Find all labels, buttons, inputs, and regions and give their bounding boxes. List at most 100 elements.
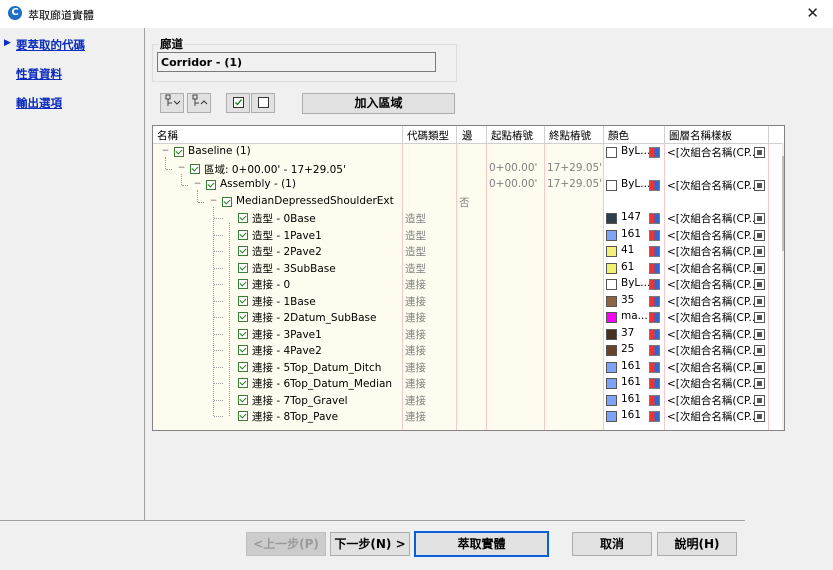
uncheck-all-button[interactable]: [251, 93, 275, 113]
grid-scrollbar-thumb[interactable]: [782, 156, 784, 251]
row-code-type: 連接: [405, 328, 426, 341]
table-row[interactable]: − 區域: 0+00.00' - 17+29.05' 0+00.00' 17+29.0…: [153, 161, 784, 178]
row-checkbox[interactable]: [238, 312, 248, 322]
color-picker-icon[interactable]: [649, 394, 660, 406]
collapse-icon[interactable]: −: [161, 147, 170, 156]
corridor-field[interactable]: Corridor - (1): [157, 52, 436, 72]
table-row[interactable]: 連接 - 2Datum_SubBase 連接 ma... <[次組合名稱(CP...: [153, 309, 784, 326]
table-row[interactable]: 連接 - 3Pave1 連接 37 <[次組合名稱(CP...: [153, 326, 784, 343]
nav-item-output-options[interactable]: 輸出選項: [16, 95, 62, 111]
color-picker-icon[interactable]: [649, 262, 660, 274]
layer-browse-icon[interactable]: [754, 262, 765, 274]
row-checkbox[interactable]: [238, 345, 248, 355]
header-layer-template[interactable]: 圖層名稱樣板: [669, 128, 732, 143]
header-side[interactable]: 邊: [462, 128, 473, 143]
add-region-button[interactable]: 加入區域: [302, 93, 455, 114]
table-row[interactable]: 連接 - 0 連接 ByL... <[次組合名稱(CP...: [153, 276, 784, 293]
layer-browse-icon[interactable]: [754, 312, 765, 323]
table-row[interactable]: 連接 - 6Top_Datum_Median 連接 161 <[次組合名稱(CP...: [153, 375, 784, 392]
layer-browse-icon[interactable]: [754, 411, 765, 422]
color-picker-icon[interactable]: [649, 246, 660, 257]
row-checkbox[interactable]: [238, 262, 248, 273]
layer-browse-icon[interactable]: [754, 246, 765, 257]
layer-browse-icon[interactable]: [754, 394, 765, 406]
table-row[interactable]: 連接 - 1Base 連接 35 <[次組合名稱(CP...: [153, 293, 784, 310]
close-icon[interactable]: ✕: [806, 4, 819, 22]
code-grid[interactable]: 名稱 代碼類型 邊 起點樁號 終點樁號 顏色 圖層名稱樣板 − Baseline …: [152, 125, 785, 431]
table-row[interactable]: 造型 - 0Base 造型 147 <[次組合名稱(CP...: [153, 210, 784, 227]
table-row[interactable]: 連接 - 7Top_Gravel 連接 161 <[次組合名稱(CP...: [153, 392, 784, 409]
table-row[interactable]: 造型 - 3SubBase 造型 61 <[次組合名稱(CP...: [153, 260, 784, 277]
layer-browse-icon[interactable]: [754, 328, 765, 340]
nav-item-property-data[interactable]: 性質資料: [16, 66, 62, 82]
color-picker-icon[interactable]: [649, 213, 660, 224]
row-checkbox[interactable]: [190, 163, 200, 174]
color-picker-icon[interactable]: [649, 279, 660, 290]
row-side[interactable]: 否: [459, 195, 470, 210]
layer-browse-icon[interactable]: [754, 147, 765, 158]
color-picker-icon[interactable]: [649, 345, 660, 356]
color-picker-icon[interactable]: [649, 361, 660, 373]
help-button[interactable]: 說明(H): [657, 532, 737, 556]
color-picker-icon[interactable]: [649, 229, 660, 241]
extract-button[interactable]: 萃取實體: [414, 531, 549, 557]
layer-browse-icon[interactable]: [754, 229, 765, 241]
next-button[interactable]: 下一步(N) >: [330, 532, 410, 556]
collapse-icon[interactable]: −: [209, 196, 218, 206]
row-checkbox[interactable]: [206, 180, 216, 190]
header-end-station[interactable]: 終點樁號: [549, 128, 591, 143]
row-checkbox[interactable]: [238, 361, 248, 372]
row-checkbox[interactable]: [222, 196, 232, 207]
color-picker-icon[interactable]: [649, 147, 660, 158]
table-row[interactable]: 造型 - 1Pave1 造型 161 <[次組合名稱(CP...: [153, 227, 784, 244]
collapse-icon[interactable]: −: [177, 163, 186, 173]
table-row[interactable]: − Baseline (1) ByL... <[次組合名稱(CP...: [153, 144, 784, 161]
back-button[interactable]: <上一步(P): [246, 532, 326, 556]
layer-browse-icon[interactable]: [754, 378, 765, 389]
row-checkbox[interactable]: [238, 411, 248, 421]
collapse-all-button[interactable]: [187, 93, 211, 113]
table-row[interactable]: 連接 - 4Pave2 連接 25 <[次組合名稱(CP...: [153, 342, 784, 359]
row-checkbox[interactable]: [238, 279, 248, 289]
nav-item-codes-to-extract[interactable]: 要萃取的代碼: [16, 37, 85, 53]
layer-browse-icon[interactable]: [754, 279, 765, 290]
table-row[interactable]: − Assembly - (1) 0+00.00' 17+29.05' ByL... <[…: [153, 177, 784, 194]
table-row[interactable]: − MedianDepressedShoulderExt 否: [153, 194, 784, 211]
header-code-type[interactable]: 代碼類型: [407, 128, 449, 143]
expand-all-button[interactable]: [160, 93, 184, 113]
row-checkbox[interactable]: [238, 213, 248, 223]
row-checkbox[interactable]: [238, 295, 248, 306]
layer-browse-icon[interactable]: [754, 213, 765, 224]
color-picker-icon[interactable]: [649, 328, 660, 340]
row-checkbox[interactable]: [174, 147, 184, 157]
row-checkbox[interactable]: [238, 246, 248, 256]
row-end-station[interactable]: 17+29.05': [547, 178, 602, 190]
table-row[interactable]: 連接 - 5Top_Datum_Ditch 連接 161 <[次組合名稱(CP...: [153, 359, 784, 376]
layer-browse-icon[interactable]: [754, 345, 765, 356]
color-picker-icon[interactable]: [649, 312, 660, 323]
table-row[interactable]: 造型 - 2Pave2 造型 41 <[次組合名稱(CP...: [153, 243, 784, 260]
color-picker-icon[interactable]: [649, 411, 660, 422]
row-checkbox[interactable]: [238, 328, 248, 339]
header-color[interactable]: 顏色: [608, 128, 629, 143]
color-picker-icon[interactable]: [649, 378, 660, 389]
layer-browse-icon[interactable]: [754, 295, 765, 307]
row-start-station[interactable]: 0+00.00': [489, 178, 537, 190]
layer-browse-icon[interactable]: [754, 361, 765, 373]
check-all-button[interactable]: [226, 93, 250, 113]
row-start-station[interactable]: 0+00.00': [489, 162, 537, 174]
header-name[interactable]: 名稱: [157, 128, 178, 143]
layer-browse-icon[interactable]: [754, 180, 765, 191]
row-end-station[interactable]: 17+29.05': [547, 162, 602, 174]
color-picker-icon[interactable]: [649, 180, 660, 191]
row-name: 連接 - 3Pave1: [252, 328, 322, 341]
row-checkbox[interactable]: [238, 378, 248, 388]
row-checkbox[interactable]: [238, 394, 248, 405]
row-color: 161: [621, 227, 642, 240]
cancel-button[interactable]: 取消: [572, 532, 652, 556]
collapse-icon[interactable]: −: [193, 180, 202, 189]
color-picker-icon[interactable]: [649, 295, 660, 307]
table-row[interactable]: 連接 - 8Top_Pave 連接 161 <[次組合名稱(CP...: [153, 408, 784, 425]
row-checkbox[interactable]: [238, 229, 248, 240]
header-start-station[interactable]: 起點樁號: [491, 128, 533, 143]
